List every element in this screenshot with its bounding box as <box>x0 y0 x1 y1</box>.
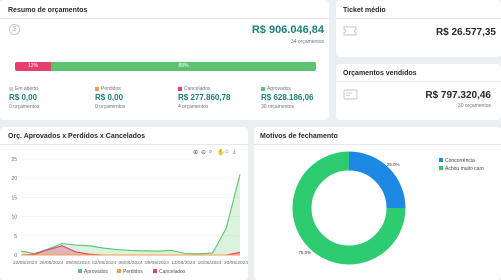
donut-legend-swatch <box>439 166 443 170</box>
stat-cancelled-label: Cancelados <box>178 86 231 92</box>
ticket-value: R$ 26.577,35 <box>435 27 496 38</box>
series-line-aprovados <box>20 174 241 255</box>
stat-lost-label-text: Perdidos <box>101 86 121 92</box>
stat-cancelled: Cancelados R$ 277.860,78 4 orçamentos <box>178 86 231 110</box>
stat-approved-label-text: Aprovados <box>267 86 291 92</box>
currency-icon: $ <box>9 24 20 35</box>
x-tick-label: 13/06/2024 <box>171 260 195 266</box>
stat-approved-swatch <box>261 86 265 91</box>
stat-open-label-text: Em aberto <box>15 86 39 92</box>
series-area-aprovados <box>21 174 240 255</box>
x-tick-label: 29/05/2024 <box>66 260 90 266</box>
stat-open-swatch <box>9 86 13 91</box>
invoice-icon <box>343 89 358 100</box>
summary-total-count: 34 orçamentos <box>290 39 324 45</box>
sold-card: Orçamentos vendidos R$ 797.320,46 30 orç… <box>336 64 501 120</box>
y-tick-label: 25 <box>11 157 17 163</box>
legend-swatch-aprovados <box>78 269 82 273</box>
approved-progress-segment: 88% <box>51 62 316 71</box>
approved-progress-label: 88% <box>178 63 189 69</box>
summary-progress-bar: 12% 88% <box>15 62 316 71</box>
y-tick-label: 0 <box>14 253 17 259</box>
ticket-title: Ticket médio <box>343 7 386 14</box>
summary-separator <box>0 18 329 19</box>
stat-cancelled-value: R$ 277.860,78 <box>178 93 231 102</box>
stat-open-count: 0 orçamentos <box>9 104 40 110</box>
donut-slice-label: 75.0% <box>298 250 311 255</box>
cancelled-progress-segment: 12% <box>15 62 52 71</box>
y-tick-label: 20 <box>11 176 17 182</box>
y-tick-label: 10 <box>11 215 17 221</box>
sold-value: R$ 797.320,46 <box>425 90 491 101</box>
donut-slice-label: 25.0% <box>387 162 400 167</box>
approval-trend-chart: 25 20 15 10 5 022/05/2024 26/05/2024 29/05/2024… <box>11 157 248 275</box>
donut-legend-label: Achou muito caro <box>445 166 484 172</box>
ticket-icon <box>343 26 357 36</box>
donut-legend-swatch <box>439 158 443 162</box>
ticket-card: Ticket médio R$ 26.577,35 <box>336 0 501 57</box>
donut-slice-concorrência <box>348 151 406 209</box>
stat-lost-label: Perdidos <box>95 86 125 92</box>
x-tick-label: 09/06/2024 <box>145 260 169 266</box>
x-tick-label: 02/06/2024 <box>92 260 116 266</box>
legend-swatch-cancelados <box>153 269 157 273</box>
x-tick-label: 26/05/2024 <box>39 260 63 266</box>
ticket-separator <box>336 18 501 19</box>
stat-approved-label: Aprovados <box>261 86 314 92</box>
stat-open-value: R$ 0,00 <box>9 93 38 102</box>
legend-label-perdidos: Perdidos <box>123 269 143 275</box>
sold-count: 30 orçamentos <box>457 103 491 109</box>
x-tick-label: 06/06/2024 <box>118 260 142 266</box>
stat-open: Em aberto R$ 0,00 0 orçamentos <box>9 86 39 110</box>
legend-label-aprovados: Aprovados <box>84 269 108 275</box>
y-tick-label: 15 <box>11 195 17 201</box>
stat-lost-count: 0 orçamentos <box>95 104 126 110</box>
stat-cancelled-count: 4 orçamentos <box>178 104 209 110</box>
stat-lost-value: R$ 0,00 <box>95 93 124 102</box>
summary-card: Resumo de orçamentos $ R$ 906.046,84 34 … <box>0 0 329 120</box>
sold-title: Orçamentos vendidos <box>343 70 417 77</box>
stat-cancelled-label-text: Cancelados <box>184 86 211 92</box>
stat-open-label: Em aberto <box>9 86 39 92</box>
stat-approved-count: 30 orçamentos <box>261 104 295 110</box>
stat-approved-value: R$ 628.186,06 <box>261 93 314 102</box>
x-tick-label: 16/06/2024 <box>198 260 222 266</box>
summary-title: Resumo de orçamentos <box>8 7 88 14</box>
legend-label-cancelados: Cancelados <box>159 269 186 275</box>
x-tick-label: 20/06/2024 <box>224 260 248 266</box>
stat-approved: Aprovados R$ 628.186,06 30 orçamentos <box>261 86 314 110</box>
cancelled-progress-label: 12% <box>28 63 39 69</box>
summary-total-value: R$ 906.046,84 <box>251 24 324 36</box>
legend-swatch-perdidos <box>117 269 121 273</box>
donut-legend-label: Concorrência <box>445 158 475 164</box>
closing-reasons-donut: 25.0% 75.0% Concorrência Achou muito caro <box>292 151 484 265</box>
stat-lost-swatch <box>95 86 99 91</box>
stat-cancelled-swatch <box>178 86 182 91</box>
x-tick-label: 22/05/2024 <box>13 260 37 266</box>
y-tick-label: 5 <box>14 234 17 240</box>
sold-separator <box>336 81 501 82</box>
stat-lost: Perdidos R$ 0,00 0 orçamentos <box>95 86 125 110</box>
